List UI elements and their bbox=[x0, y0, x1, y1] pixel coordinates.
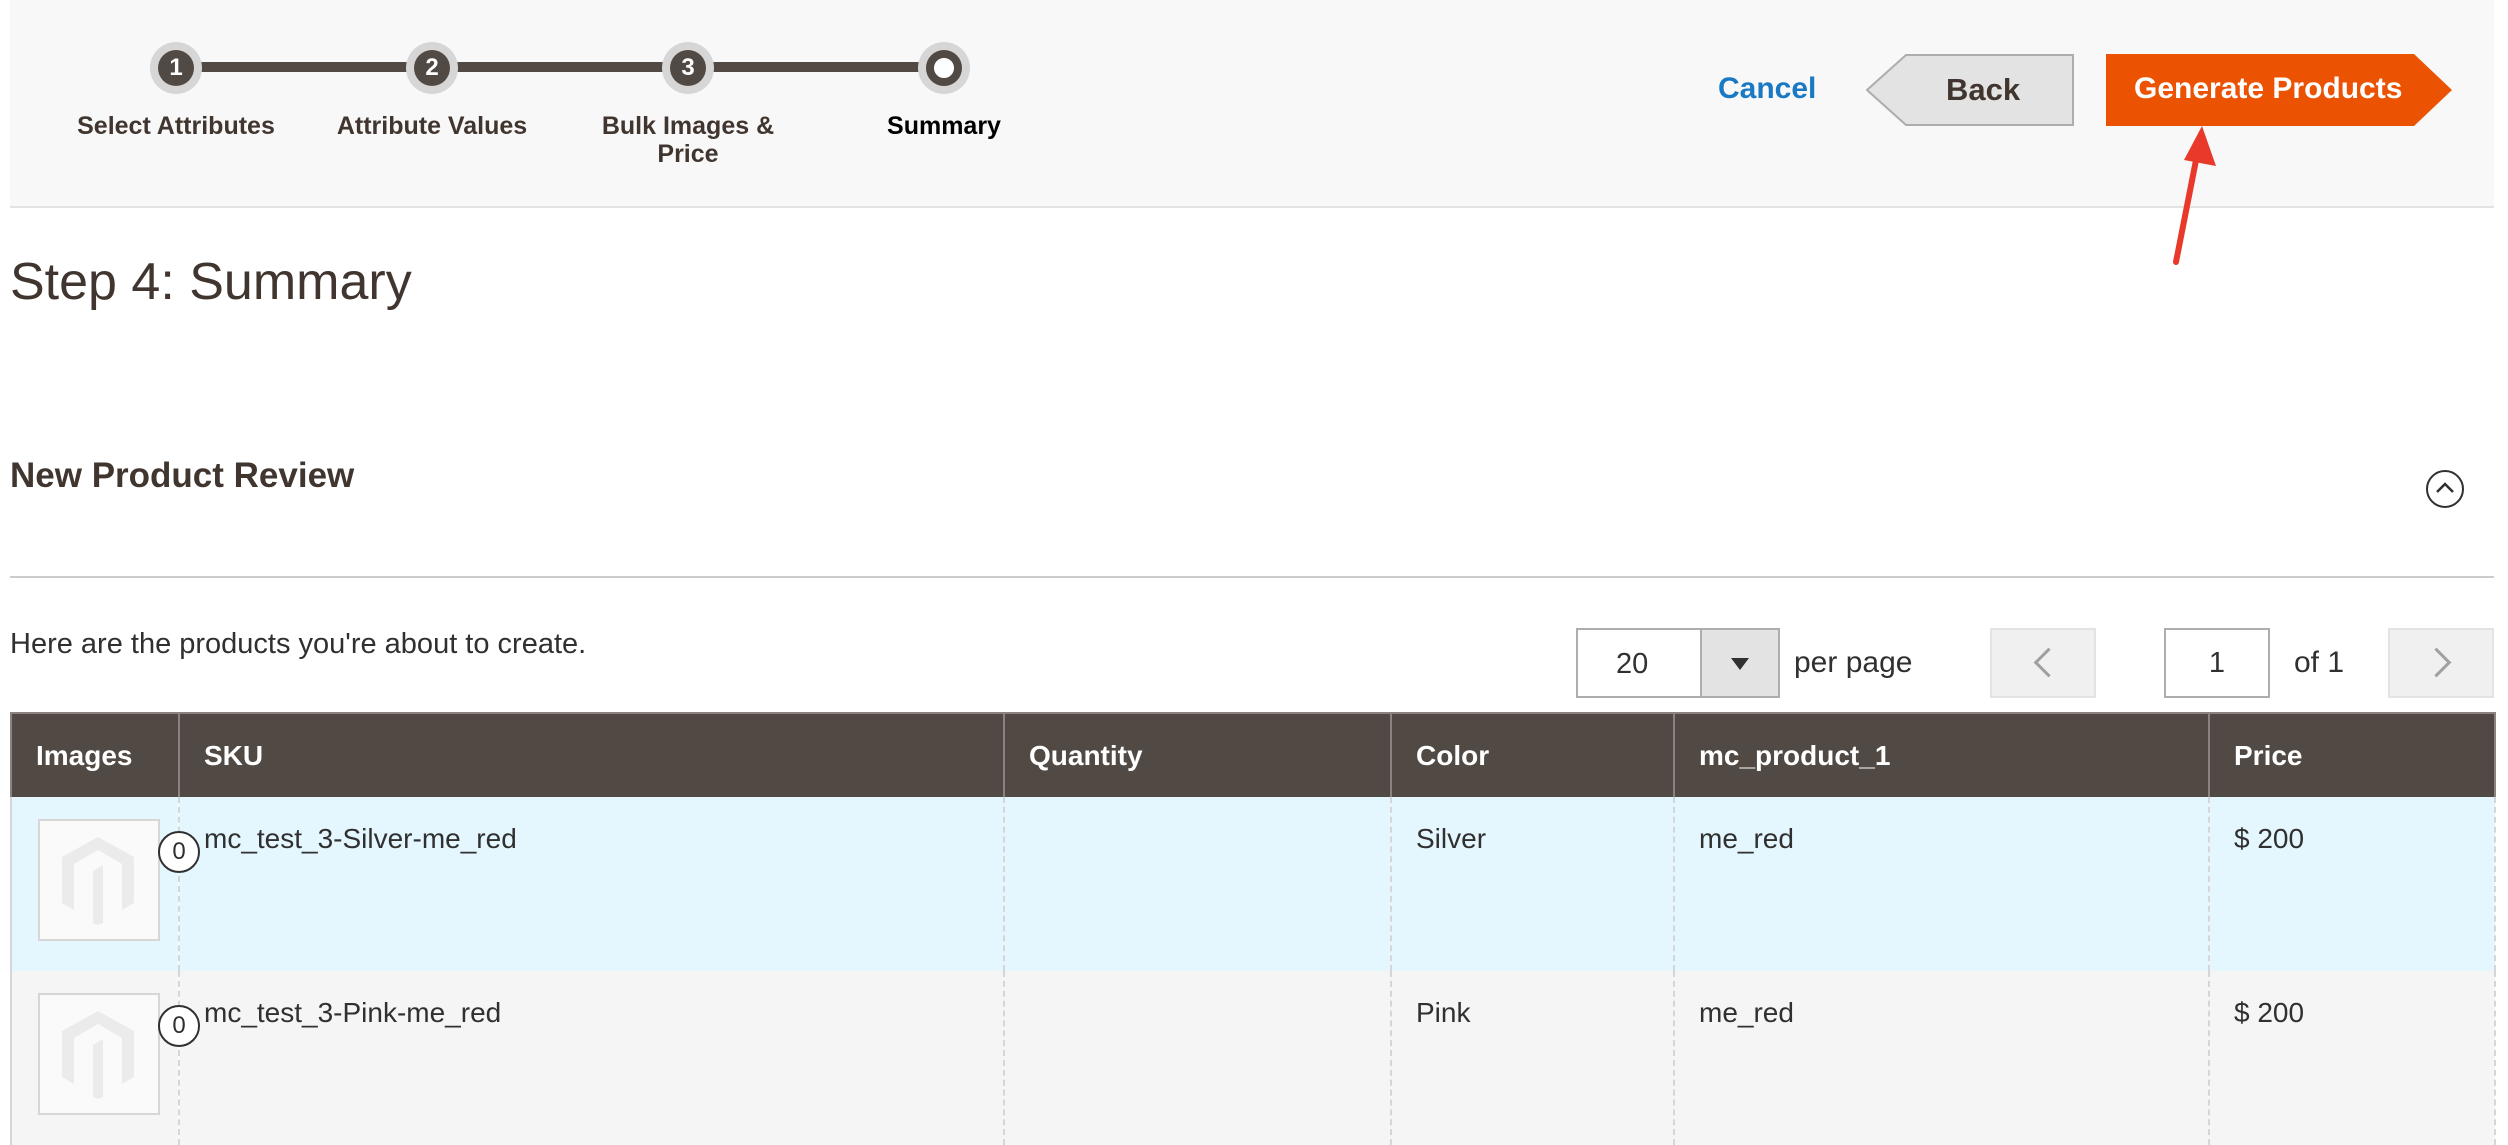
table-header-row: Images SKU Quantity Color mc_product_1 P… bbox=[10, 712, 2496, 797]
price-cell: $ 200 bbox=[2209, 797, 2496, 971]
back-button-label: Back bbox=[1946, 72, 2021, 107]
color-cell: Pink bbox=[1391, 971, 1675, 1145]
attribute-cell: me_red bbox=[1674, 797, 2210, 971]
product-thumbnail[interactable]: 0 bbox=[38, 819, 200, 941]
current-page-input[interactable] bbox=[2164, 628, 2270, 698]
per-page-value: 20 bbox=[1616, 648, 1649, 680]
collapse-chevron-icon bbox=[2436, 482, 2454, 493]
quantity-cell bbox=[1004, 971, 1392, 1145]
page-count-label: of 1 bbox=[2294, 646, 2345, 679]
step-2-number: 2 bbox=[414, 50, 450, 86]
magento-placeholder-icon bbox=[62, 1011, 134, 1099]
column-header-sku: SKU bbox=[179, 712, 1005, 797]
step-3-label[interactable]: Bulk Images & Price bbox=[578, 112, 798, 168]
column-header-color: Color bbox=[1391, 712, 1675, 797]
step-4-marker bbox=[926, 50, 962, 86]
sku-cell: mc_test_3-Pink-me_red bbox=[179, 971, 1005, 1145]
quantity-cell bbox=[1004, 797, 1392, 971]
intro-text: Here are the products you're about to cr… bbox=[10, 628, 587, 660]
column-header-price: Price bbox=[2209, 712, 2496, 797]
step-1-label[interactable]: Select Attributes bbox=[56, 112, 296, 140]
generate-products-button[interactable]: Generate Products bbox=[2106, 54, 2454, 126]
attribute-cell: me_red bbox=[1674, 971, 2210, 1145]
image-count-badge[interactable]: 0 bbox=[158, 831, 200, 873]
step-1-number: 1 bbox=[158, 50, 194, 86]
step-4-dot[interactable] bbox=[918, 42, 970, 94]
price-cell: $ 200 bbox=[2209, 971, 2496, 1145]
step-3-number: 3 bbox=[670, 50, 706, 86]
section-divider bbox=[10, 576, 2494, 578]
color-cell: Silver bbox=[1391, 797, 1675, 971]
generate-products-label: Generate Products bbox=[2134, 72, 2403, 105]
annotation-arrow-icon bbox=[2173, 126, 2216, 265]
back-button[interactable]: Back bbox=[1866, 54, 2074, 126]
next-page-button[interactable] bbox=[2388, 628, 2494, 698]
cancel-link[interactable]: Cancel bbox=[1718, 72, 1816, 106]
step-2-dot[interactable]: 2 bbox=[406, 42, 458, 94]
column-header-quantity: Quantity bbox=[1004, 712, 1392, 797]
column-header-attribute: mc_product_1 bbox=[1674, 712, 2210, 797]
step-3-dot[interactable]: 3 bbox=[662, 42, 714, 94]
image-cell: 0 bbox=[10, 971, 200, 1145]
image-count-badge[interactable]: 0 bbox=[158, 1005, 200, 1047]
step-1-dot[interactable]: 1 bbox=[150, 42, 202, 94]
page-title: Step 4: Summary bbox=[10, 253, 412, 311]
chevron-right-icon bbox=[2421, 647, 2452, 678]
per-page-label: per page bbox=[1794, 646, 1913, 679]
product-thumbnail[interactable]: 0 bbox=[38, 993, 200, 1115]
table-row: 0 mc_test_3-Silver-me_red Silver me_red … bbox=[10, 797, 2496, 971]
image-cell: 0 bbox=[10, 797, 200, 971]
per-page-toggle[interactable] bbox=[1700, 630, 1778, 696]
step-4-label: Summary bbox=[887, 112, 1001, 140]
chevron-down-icon bbox=[1731, 658, 1749, 670]
previous-page-button[interactable] bbox=[1990, 628, 2096, 698]
sku-cell: mc_test_3-Silver-me_red bbox=[179, 797, 1005, 971]
per-page-select[interactable]: 20 bbox=[1576, 628, 1780, 698]
wizard-steps-bar: 1 2 3 Select Attributes Attribute Values… bbox=[10, 0, 2494, 208]
magento-placeholder-icon bbox=[62, 837, 134, 925]
section-title[interactable]: New Product Review bbox=[10, 456, 354, 496]
chevron-left-icon bbox=[2033, 647, 2064, 678]
step-2-label[interactable]: Attribute Values bbox=[312, 112, 552, 140]
collapse-up-icon[interactable] bbox=[2426, 470, 2464, 508]
table-row: 0 mc_test_3-Pink-me_red Pink me_red $ 20… bbox=[10, 971, 2496, 1145]
column-header-images: Images bbox=[10, 712, 180, 797]
steps-progress-line bbox=[175, 62, 943, 72]
products-table: Images SKU Quantity Color mc_product_1 P… bbox=[10, 712, 2496, 1145]
